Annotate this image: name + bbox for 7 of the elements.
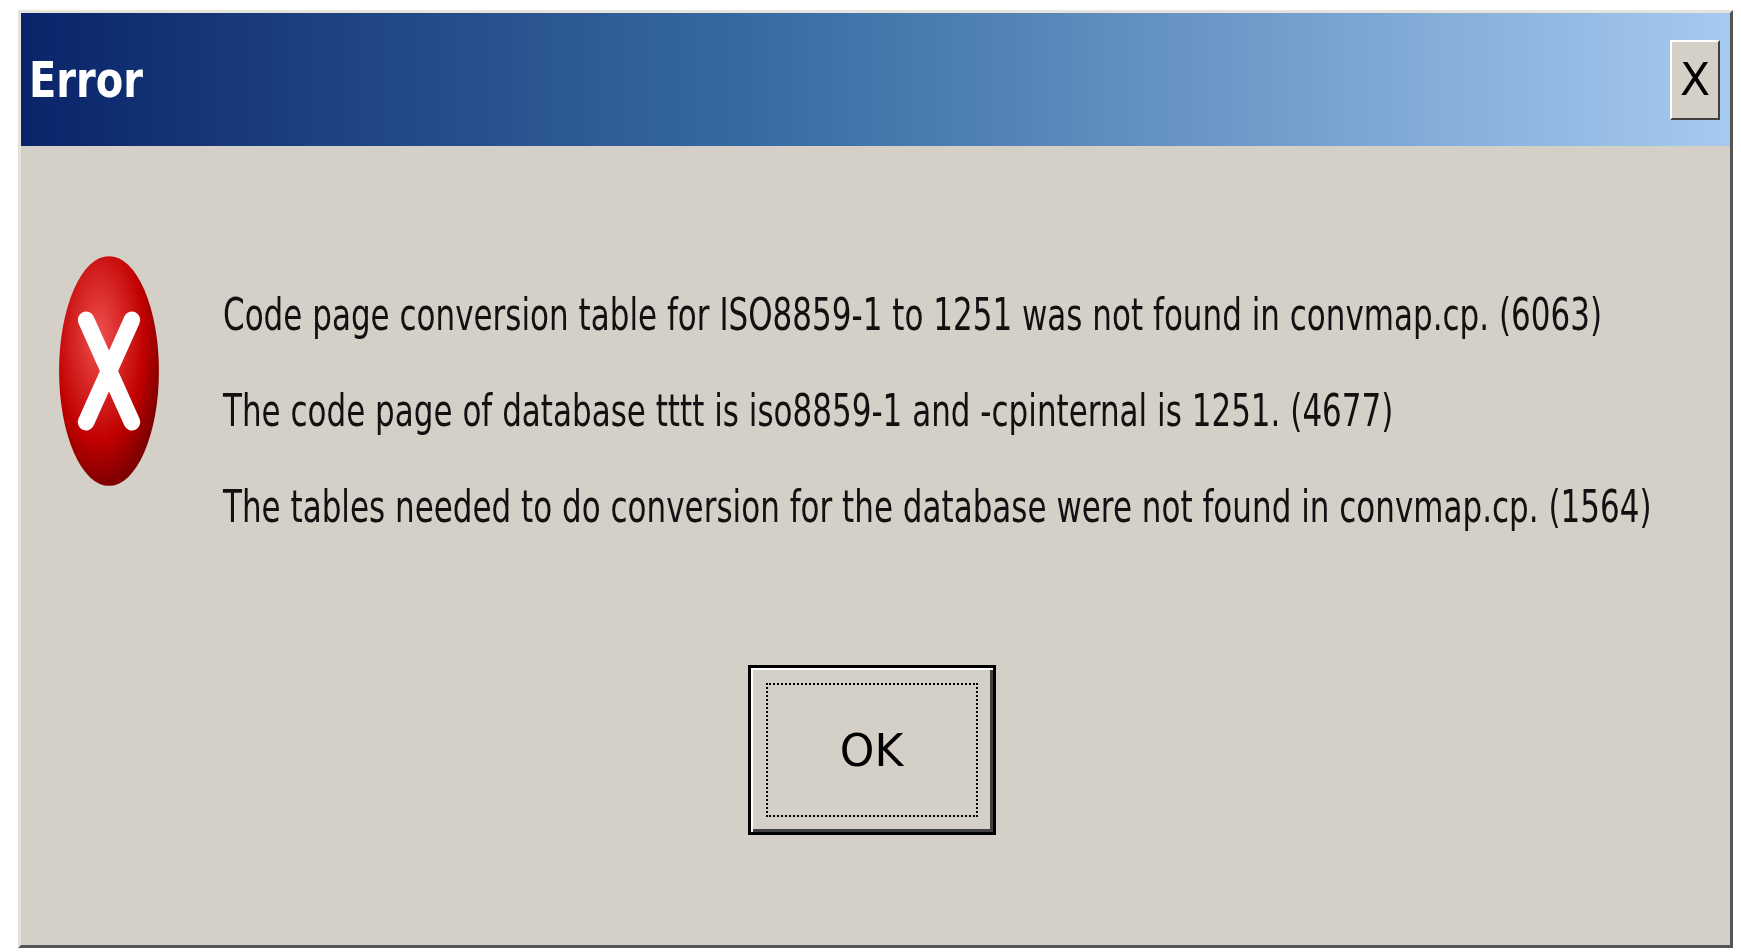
window-title: Error [29, 50, 143, 109]
error-message: The code page of database tttt is iso8859-1 and -cpinternal is 1251. (4677) [223, 388, 1395, 433]
ok-button[interactable]: OK [747, 665, 996, 835]
close-button[interactable]: X [1670, 39, 1720, 120]
error-icon [57, 254, 161, 488]
error-message: The tables needed to do conversion for the database were not found in convmap.cp. (1564) [223, 484, 1652, 529]
error-message: Code page conversion table for ISO8859-1 to 1251 was not found in convmap.cp. (6063) [223, 292, 1604, 337]
